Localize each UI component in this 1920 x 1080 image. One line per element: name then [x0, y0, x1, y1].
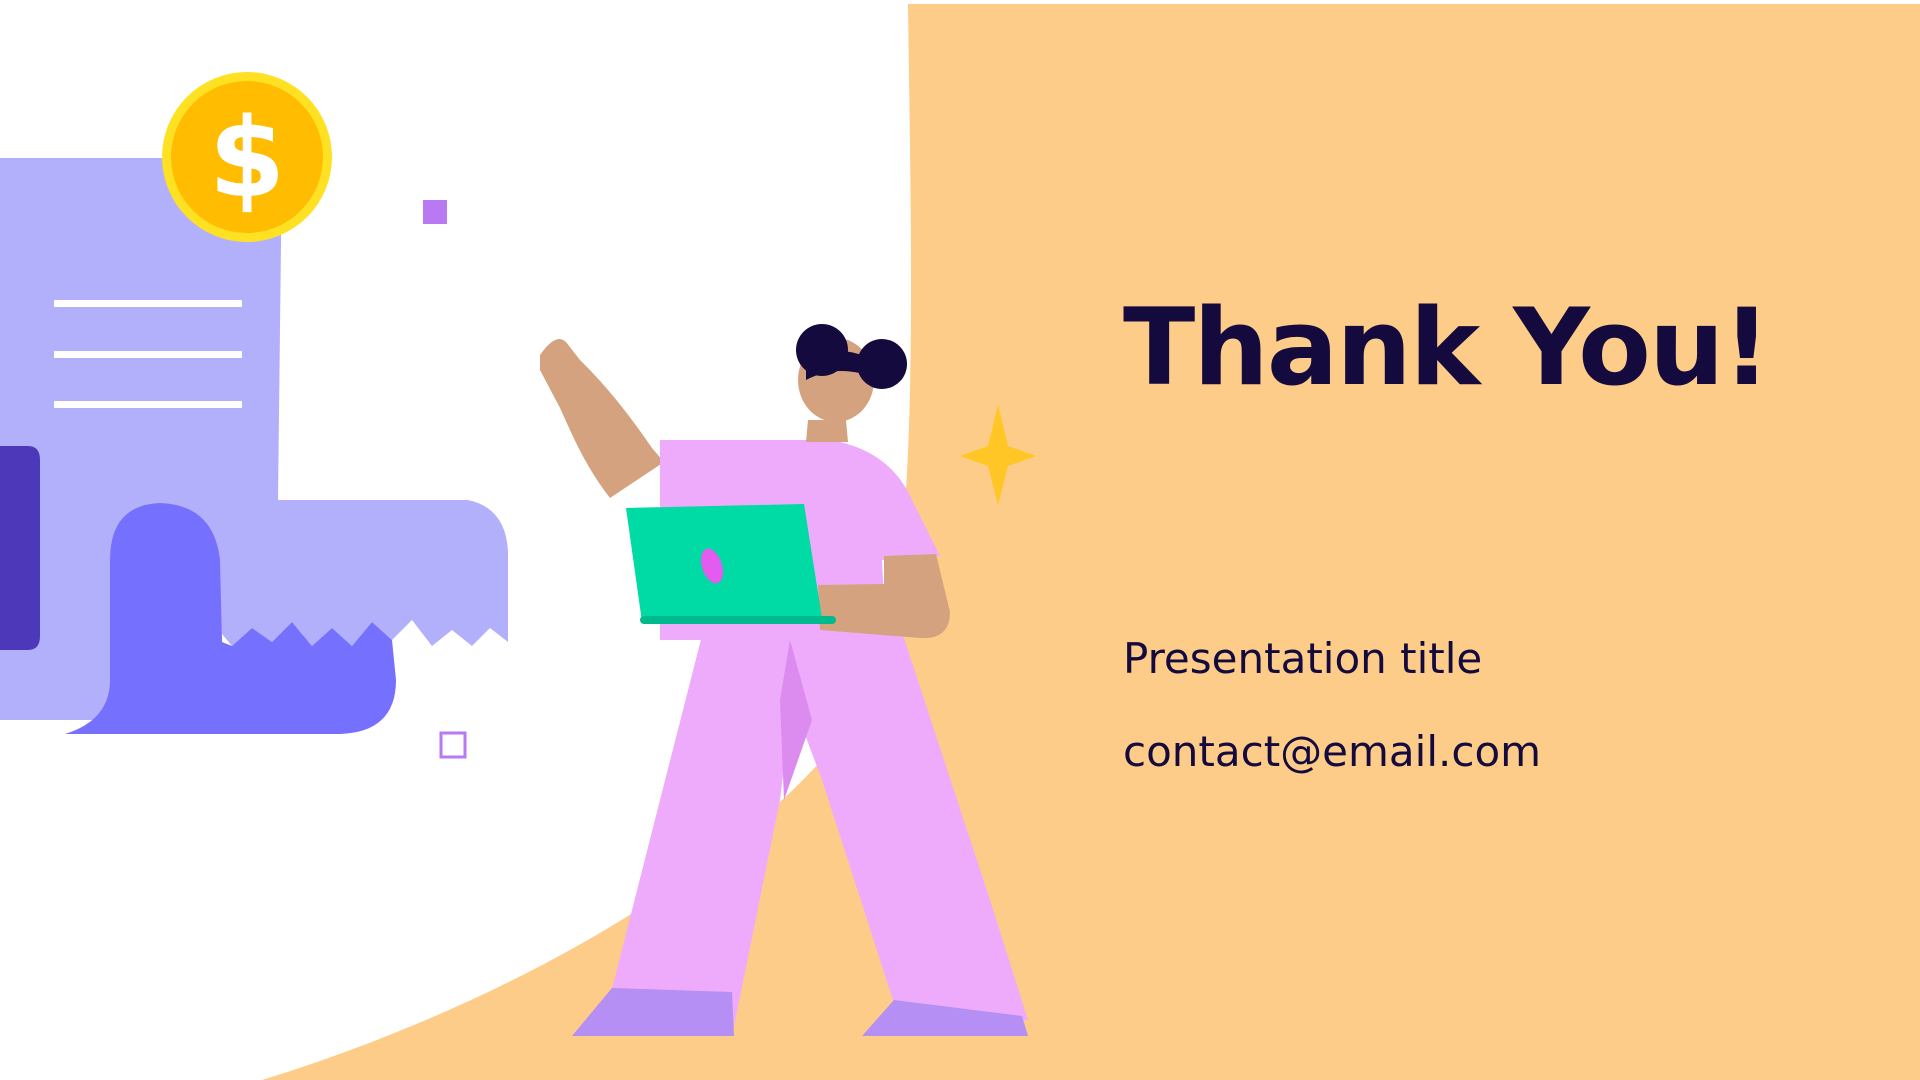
slide-title: Thank You!	[1123, 286, 1771, 409]
slide-illustration: $	[0, 4, 1920, 1080]
decor-square-outline	[439, 731, 467, 759]
presentation-title-text: Presentation title	[1123, 634, 1483, 683]
receipt-icon	[0, 158, 508, 734]
decor-square-filled	[423, 200, 447, 224]
contact-email-text: contact@email.com	[1123, 727, 1542, 776]
orange-background-panel	[262, 4, 1920, 1080]
coin-symbol: $	[209, 94, 286, 222]
thank-you-slide: $ Thank You! Presentation title contact@…	[0, 0, 1920, 1080]
dollar-coin-icon: $	[162, 72, 332, 242]
